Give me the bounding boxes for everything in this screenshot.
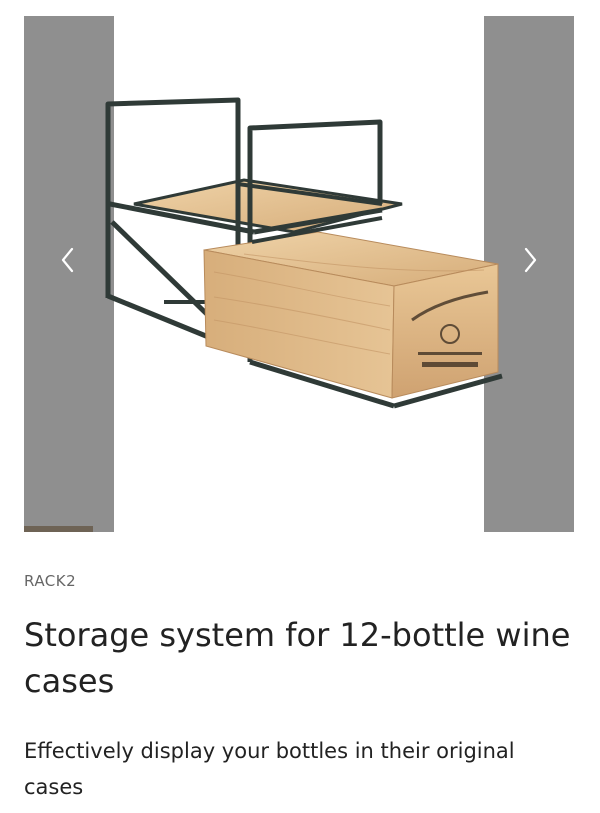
carousel-next-button[interactable] (510, 240, 550, 280)
product-title: Storage system for 12-bottle wine cases (24, 616, 571, 700)
product-image (105, 97, 503, 409)
product-image-carousel[interactable] (24, 16, 574, 532)
product-subtitle: Effectively display your bottles in thei… (24, 739, 515, 799)
carousel-progress-track (24, 526, 574, 532)
carousel-progress-fill (24, 526, 93, 532)
chevron-left-icon (61, 247, 74, 273)
carousel-prev-button[interactable] (48, 240, 88, 280)
product-sku: RACK2 (24, 572, 77, 590)
chevron-right-icon (524, 247, 537, 273)
